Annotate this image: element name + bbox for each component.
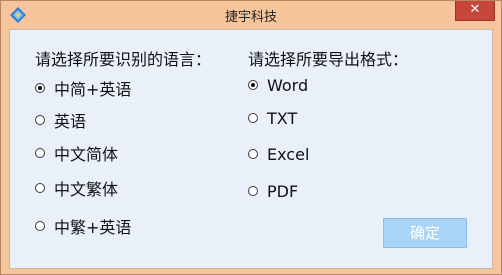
radio-icon[interactable]: [35, 148, 45, 158]
language-option-cn-simplified[interactable]: 中文简体: [35, 143, 119, 164]
format-option-label: PDF: [267, 181, 299, 201]
radio-icon[interactable]: [35, 183, 45, 193]
window-title: 捷宇科技: [224, 10, 277, 25]
language-option-cn-traditional-english[interactable]: 中繁+英语: [35, 216, 132, 237]
radio-selected-icon[interactable]: [248, 80, 258, 90]
radio-icon[interactable]: [35, 221, 45, 231]
radio-icon[interactable]: [248, 186, 258, 196]
close-icon: ✕: [469, 2, 481, 17]
radio-icon[interactable]: [35, 115, 45, 125]
dialog-window: 捷宇科技 ✕ 请选择所要识别的语言： 中简+英语 英语 中文简体 中文繁体 中繁…: [0, 0, 502, 275]
close-button[interactable]: ✕: [455, 1, 495, 21]
language-option-label: 中繁+英语: [54, 218, 132, 237]
format-option-pdf[interactable]: PDF: [248, 181, 298, 201]
dialog-body: 请选择所要识别的语言： 中简+英语 英语 中文简体 中文繁体 中繁+英语 请选择…: [9, 29, 493, 269]
language-option-label: 中文繁体: [54, 180, 119, 199]
format-option-label: Word: [267, 75, 309, 95]
language-option-label: 中文简体: [54, 145, 119, 164]
format-option-label: TXT: [267, 108, 298, 128]
format-option-txt[interactable]: TXT: [248, 108, 297, 128]
radio-icon[interactable]: [248, 149, 258, 159]
language-option-english[interactable]: 英语: [35, 110, 87, 131]
ok-button[interactable]: 确定: [383, 218, 467, 248]
radio-selected-icon[interactable]: [35, 83, 45, 93]
format-option-word[interactable]: Word: [248, 75, 308, 95]
radio-icon[interactable]: [248, 113, 258, 123]
title-bar[interactable]: 捷宇科技 ✕: [1, 1, 501, 29]
format-option-excel[interactable]: Excel: [248, 144, 309, 164]
format-group-title: 请选择所要导出格式：: [248, 50, 409, 69]
language-option-cn-traditional[interactable]: 中文繁体: [35, 178, 119, 199]
language-option-label: 中简+英语: [54, 80, 132, 99]
language-group-title: 请选择所要识别的语言：: [35, 50, 212, 69]
language-option-cn-simplified-english[interactable]: 中简+英语: [35, 78, 132, 99]
format-option-label: Excel: [267, 144, 310, 164]
language-option-label: 英语: [54, 112, 87, 131]
